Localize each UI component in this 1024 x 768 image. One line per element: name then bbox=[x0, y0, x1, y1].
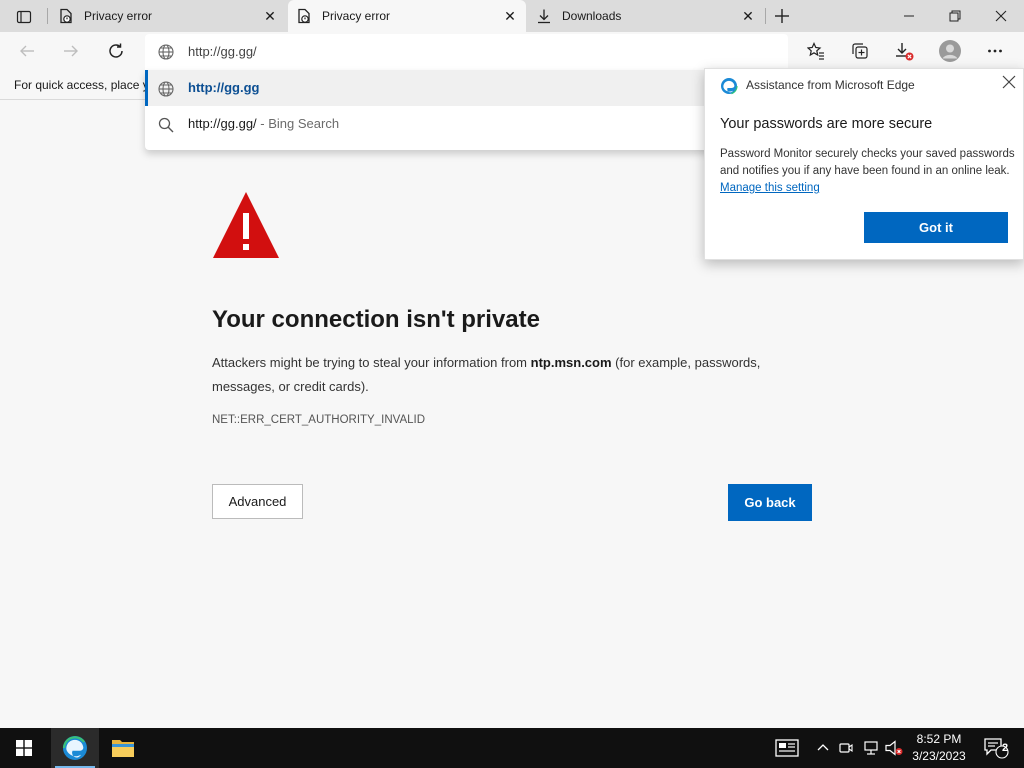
volume-muted-icon bbox=[885, 740, 903, 756]
desc-text: Attackers might be trying to steal your … bbox=[212, 355, 531, 370]
settings-more-button[interactable] bbox=[980, 36, 1010, 66]
search-icon bbox=[157, 116, 175, 139]
refresh-icon bbox=[109, 43, 123, 58]
clock-date: 3/23/2023 bbox=[912, 749, 966, 763]
flyout-heading: Your passwords are more secure bbox=[720, 116, 933, 132]
tab-downloads[interactable]: Downloads ✕ bbox=[528, 0, 764, 32]
minimize-icon bbox=[904, 15, 914, 17]
tab-label: Downloads bbox=[562, 9, 622, 23]
download-icon bbox=[536, 8, 552, 24]
tray-network[interactable] bbox=[860, 728, 882, 768]
more-icon bbox=[988, 49, 1002, 53]
forward-button[interactable] bbox=[56, 36, 86, 66]
error-description: Attackers might be trying to steal your … bbox=[212, 351, 812, 399]
edge-logo-icon bbox=[720, 77, 738, 100]
tab-privacy-error-1[interactable]: Privacy error ✕ bbox=[50, 0, 286, 32]
suggestion-search[interactable]: http://gg.gg/ - Bing Search bbox=[145, 106, 788, 142]
favorites-star-icon bbox=[807, 42, 824, 60]
suggestion-url[interactable]: http://gg.gg bbox=[145, 70, 788, 106]
address-bar[interactable]: http://gg.gg/ bbox=[145, 34, 788, 70]
suggestion-text: http://gg.gg bbox=[188, 80, 260, 95]
taskbar-edge[interactable] bbox=[51, 728, 99, 768]
got-it-button[interactable]: Got it bbox=[864, 212, 1008, 243]
tab-strip: Privacy error ✕ Privacy error ✕ Download… bbox=[0, 0, 1024, 32]
start-button[interactable] bbox=[0, 728, 48, 768]
go-back-button[interactable]: Go back bbox=[728, 484, 812, 521]
favorites-bar-hint: For quick access, place y bbox=[14, 78, 149, 92]
plus-icon bbox=[775, 9, 789, 23]
privacy-error-icon bbox=[296, 8, 312, 24]
manage-setting-link[interactable]: Manage this setting bbox=[720, 182, 820, 194]
back-button[interactable] bbox=[12, 36, 42, 66]
edge-assistance-flyout: Assistance from Microsoft Edge Your pass… bbox=[704, 68, 1024, 260]
avatar-icon bbox=[939, 40, 961, 62]
profile-button[interactable] bbox=[935, 36, 965, 66]
globe-icon bbox=[157, 80, 175, 103]
downloads-button[interactable] bbox=[889, 36, 919, 66]
address-input[interactable]: http://gg.gg/ bbox=[188, 44, 257, 59]
suggestion-text: http://gg.gg/ - Bing Search bbox=[188, 116, 339, 131]
favorites-button[interactable] bbox=[801, 36, 831, 66]
close-tab-icon[interactable]: ✕ bbox=[262, 8, 278, 24]
close-tab-icon[interactable]: ✕ bbox=[740, 8, 756, 24]
tray-meet-now[interactable] bbox=[836, 728, 856, 768]
taskbar-clock[interactable]: 8:52 PM 3/23/2023 bbox=[906, 731, 972, 765]
page-title: Your connection isn't private bbox=[212, 306, 540, 333]
chevron-up-icon bbox=[817, 744, 829, 751]
desc-domain: ntp.msn.com bbox=[530, 355, 612, 370]
tab-separator bbox=[47, 8, 48, 24]
news-icon bbox=[775, 739, 799, 757]
tray-volume[interactable] bbox=[883, 728, 905, 768]
arrow-right-icon bbox=[64, 45, 78, 57]
flyout-body-text: Password Monitor securely checks your sa… bbox=[720, 148, 1015, 177]
close-tab-icon[interactable]: ✕ bbox=[502, 8, 518, 24]
error-code: NET::ERR_CERT_AUTHORITY_INVALID bbox=[212, 414, 426, 426]
minimize-button[interactable] bbox=[886, 0, 932, 32]
tab-label: Privacy error bbox=[84, 9, 153, 23]
windows-logo-icon bbox=[16, 740, 32, 756]
edge-icon bbox=[62, 736, 87, 760]
new-tab-button[interactable] bbox=[770, 4, 794, 28]
taskbar: 8:52 PM 3/23/2023 2 bbox=[0, 728, 1024, 768]
taskbar-news-button[interactable] bbox=[770, 728, 804, 768]
notification-count: 2 bbox=[1001, 742, 1009, 754]
tab-label: Privacy error bbox=[322, 9, 391, 23]
tab-actions-button[interactable] bbox=[8, 6, 40, 28]
close-window-button[interactable] bbox=[978, 0, 1024, 32]
restore-button[interactable] bbox=[932, 0, 978, 32]
download-icon bbox=[896, 43, 914, 61]
collections-icon bbox=[852, 43, 868, 59]
privacy-error-icon bbox=[58, 8, 74, 24]
suggestion-suffix: - Bing Search bbox=[256, 116, 340, 131]
flyout-title: Assistance from Microsoft Edge bbox=[746, 78, 915, 92]
network-icon bbox=[864, 741, 878, 755]
taskbar-file-explorer[interactable] bbox=[99, 728, 147, 768]
action-center-button[interactable]: 2 bbox=[976, 728, 1016, 768]
camera-icon bbox=[839, 743, 853, 753]
folder-icon bbox=[112, 740, 134, 757]
flyout-body: Password Monitor securely checks your sa… bbox=[720, 146, 1015, 197]
close-icon bbox=[995, 10, 1007, 22]
tab-separator bbox=[765, 8, 766, 24]
globe-icon bbox=[157, 43, 175, 66]
address-suggestions: http://gg.gg http://gg.gg/ - Bing Search bbox=[145, 70, 788, 150]
tray-overflow-button[interactable] bbox=[813, 728, 833, 768]
suggestion-query: http://gg.gg/ bbox=[188, 116, 257, 131]
restore-icon bbox=[949, 10, 961, 22]
tab-privacy-error-2[interactable]: Privacy error ✕ bbox=[288, 0, 526, 32]
tab-actions-icon bbox=[16, 10, 32, 24]
advanced-button[interactable]: Advanced bbox=[212, 484, 303, 519]
refresh-button[interactable] bbox=[101, 36, 131, 66]
close-icon[interactable] bbox=[1002, 75, 1018, 91]
collections-button[interactable] bbox=[845, 36, 875, 66]
arrow-left-icon bbox=[20, 45, 34, 57]
warning-icon bbox=[212, 191, 280, 264]
clock-time: 8:52 PM bbox=[916, 732, 962, 746]
